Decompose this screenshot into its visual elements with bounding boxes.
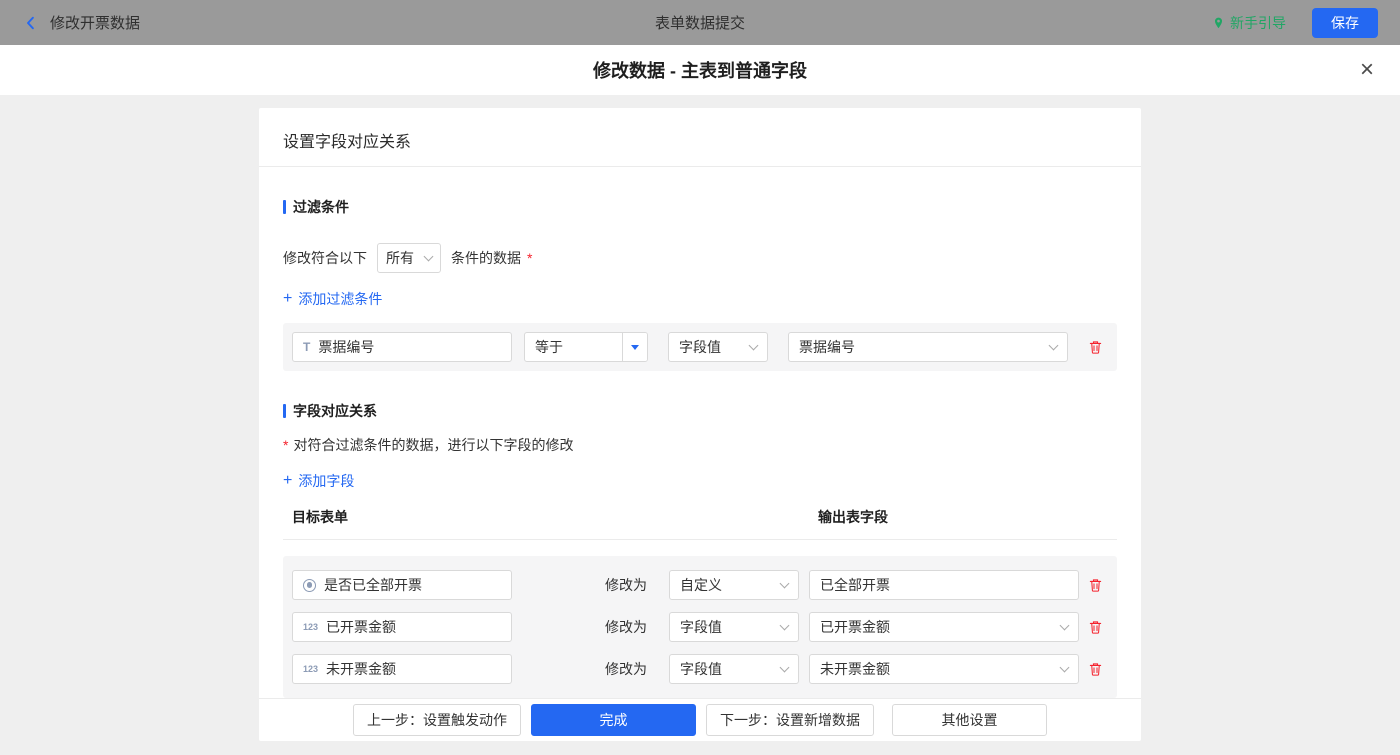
beginner-guide-link[interactable]: 新手引导	[1212, 13, 1286, 33]
back-button[interactable]	[22, 14, 40, 32]
custom-value: 已全部开票	[820, 575, 890, 595]
column-output-field: 输出表字段	[818, 507, 888, 527]
add-filter-condition-link[interactable]: + 添加过滤条件	[283, 289, 382, 309]
modify-type-value: 字段值	[680, 617, 722, 637]
chevron-down-icon	[780, 579, 790, 589]
dialog-body: 设置字段对应关系 过滤条件 修改符合以下 所有 条件的数据 * + 添加过滤条件	[0, 95, 1400, 755]
filter-value: 票据编号	[799, 337, 855, 357]
mapping-row: 123 未开票金额 修改为 字段值 未开票金额	[292, 654, 1103, 684]
target-field-input[interactable]: 是否已全部开票	[292, 570, 512, 600]
output-field-select[interactable]: 未开票金额	[809, 654, 1079, 684]
modify-to-label: 修改为	[605, 617, 647, 637]
operator-value: 等于	[525, 337, 622, 357]
target-field-input[interactable]: 123 未开票金额	[292, 654, 512, 684]
number-field-icon: 123	[303, 622, 318, 632]
condition-prefix: 修改符合以下	[283, 248, 367, 268]
number-field-icon: 123	[303, 664, 318, 674]
trash-icon	[1088, 339, 1103, 355]
top-bar: 修改开票数据 表单数据提交 新手引导 保存	[0, 0, 1400, 45]
trash-icon	[1088, 661, 1103, 677]
custom-value-input[interactable]: 已全部开票	[809, 570, 1079, 600]
add-field-link[interactable]: + 添加字段	[283, 471, 354, 491]
filter-operator-select[interactable]: 等于	[524, 332, 648, 362]
close-icon[interactable]: ×	[1360, 58, 1374, 82]
card-title: 设置字段对应关系	[259, 108, 1141, 167]
chevron-down-icon	[1060, 663, 1070, 673]
save-button[interactable]: 保存	[1312, 8, 1378, 38]
chevron-down-icon	[780, 621, 790, 631]
caret-down-icon	[631, 345, 639, 350]
mapping-row: 123 已开票金额 修改为 字段值 已开票金额	[292, 612, 1103, 642]
mapping-column-headers: 目标表单 输出表字段	[283, 507, 1117, 540]
mapping-description: * 对符合过滤条件的数据，进行以下字段的修改	[283, 435, 1117, 455]
prev-step-button[interactable]: 上一步：设置触发动作	[353, 704, 521, 736]
settings-card: 设置字段对应关系 过滤条件 修改符合以下 所有 条件的数据 * + 添加过滤条件	[259, 108, 1141, 741]
plus-icon: +	[283, 473, 292, 489]
output-field-value: 已开票金额	[820, 617, 890, 637]
required-asterisk: *	[527, 250, 532, 266]
match-mode-select[interactable]: 所有	[377, 243, 441, 273]
value-type-value: 字段值	[679, 337, 721, 357]
modify-type-select[interactable]: 自定义	[669, 570, 799, 600]
condition-suffix: 条件的数据	[451, 248, 521, 268]
mapping-section-title: 字段对应关系	[283, 401, 1117, 421]
delete-row-button[interactable]	[1088, 577, 1103, 593]
target-field-input[interactable]: 123 已开票金额	[292, 612, 512, 642]
operator-dropdown-button[interactable]	[622, 333, 647, 361]
modify-type-value: 字段值	[680, 659, 722, 679]
delete-row-button[interactable]	[1088, 619, 1103, 635]
match-mode-value: 所有	[386, 248, 414, 268]
mapping-row: 是否已全部开票 修改为 自定义 已全部开票	[292, 570, 1103, 600]
dialog-header: 修改数据 - 主表到普通字段 ×	[0, 45, 1400, 95]
filter-condition-row: T 票据编号 等于 字段值 票据编号	[283, 323, 1117, 371]
modify-type-value: 自定义	[680, 575, 722, 595]
text-field-icon: T	[303, 340, 310, 354]
trash-icon	[1088, 619, 1103, 635]
filter-field-input[interactable]: T 票据编号	[292, 332, 512, 362]
target-field-value: 是否已全部开票	[324, 575, 422, 595]
done-button[interactable]: 完成	[531, 704, 696, 736]
chevron-down-icon	[780, 663, 790, 673]
delete-row-button[interactable]	[1088, 661, 1103, 677]
condition-line: 修改符合以下 所有 条件的数据 *	[283, 243, 1117, 273]
filter-section-title: 过滤条件	[283, 197, 1117, 217]
filter-field-value: 票据编号	[318, 337, 374, 357]
next-step-button[interactable]: 下一步：设置新增数据	[706, 704, 874, 736]
modify-type-select[interactable]: 字段值	[669, 612, 799, 642]
filter-value-type-select[interactable]: 字段值	[668, 332, 768, 362]
chevron-down-icon	[1049, 341, 1059, 351]
location-pin-icon	[1212, 15, 1225, 31]
guide-label: 新手引导	[1230, 13, 1286, 33]
back-label[interactable]: 修改开票数据	[50, 12, 140, 33]
target-field-value: 未开票金额	[326, 659, 396, 679]
delete-filter-button[interactable]	[1088, 339, 1103, 355]
chevron-down-icon	[1060, 621, 1070, 631]
chevron-down-icon	[749, 341, 759, 351]
other-settings-button[interactable]: 其他设置	[892, 704, 1047, 736]
output-field-value: 未开票金额	[820, 659, 890, 679]
target-field-value: 已开票金额	[326, 617, 396, 637]
section-marker	[283, 200, 286, 214]
required-asterisk: *	[283, 437, 288, 453]
dialog-footer: 上一步：设置触发动作 完成 下一步：设置新增数据 其他设置	[259, 698, 1141, 741]
mapping-rows-panel: 是否已全部开票 修改为 自定义 已全部开票	[283, 556, 1117, 698]
modify-to-label: 修改为	[605, 659, 647, 679]
section-marker	[283, 404, 286, 418]
chevron-left-icon	[22, 14, 40, 32]
dialog-title: 修改数据 - 主表到普通字段	[593, 57, 807, 83]
radio-field-icon	[303, 579, 316, 592]
modify-type-select[interactable]: 字段值	[669, 654, 799, 684]
column-target-form: 目标表单	[292, 509, 348, 525]
filter-value-select[interactable]: 票据编号	[788, 332, 1068, 362]
modify-to-label: 修改为	[605, 575, 647, 595]
plus-icon: +	[283, 291, 292, 307]
page-title: 表单数据提交	[655, 12, 745, 33]
output-field-select[interactable]: 已开票金额	[809, 612, 1079, 642]
trash-icon	[1088, 577, 1103, 593]
chevron-down-icon	[424, 252, 434, 262]
